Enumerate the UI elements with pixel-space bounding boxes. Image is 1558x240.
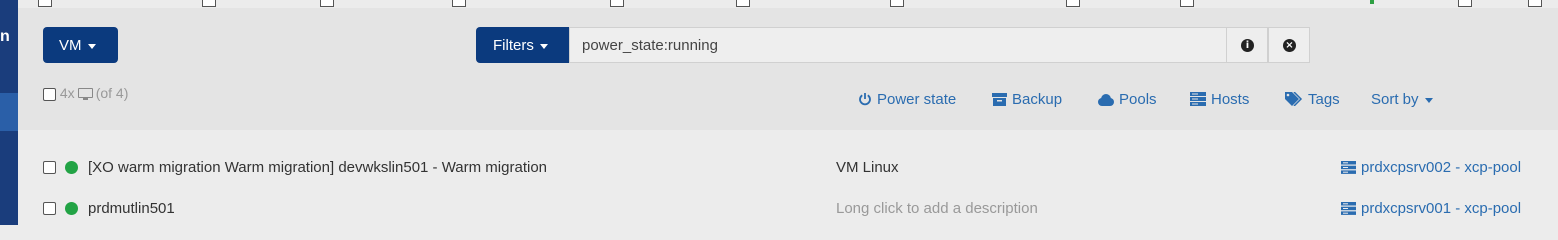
bookmark-icon[interactable] bbox=[38, 0, 52, 7]
hosts-label: Hosts bbox=[1211, 91, 1250, 108]
pools-label: Pools bbox=[1119, 91, 1157, 108]
vm-row-checkbox[interactable] bbox=[43, 161, 56, 174]
info-circle-icon: i bbox=[1241, 39, 1254, 52]
power-state-label: Power state bbox=[877, 91, 957, 108]
caret-down-icon bbox=[1424, 97, 1433, 103]
power-state-filter[interactable]: Power state bbox=[858, 91, 956, 108]
filters-dropdown-button[interactable]: Filters bbox=[476, 27, 569, 63]
vm-type-dropdown[interactable]: VM bbox=[43, 27, 118, 63]
bookmark-icon[interactable] bbox=[452, 0, 466, 7]
browser-bookmarks-strip bbox=[0, 0, 1558, 8]
vm-name[interactable]: [XO warm migration Warm migration] devwk… bbox=[88, 159, 547, 176]
archive-icon bbox=[992, 93, 1007, 106]
backup-label: Backup bbox=[1012, 91, 1063, 108]
pools-filter[interactable]: Pools bbox=[1097, 91, 1157, 108]
filters-label: Filters bbox=[493, 37, 534, 54]
vm-host-link[interactable]: prdxcpsrv002 - xcp-pool bbox=[1341, 159, 1521, 176]
selection-count: 4x bbox=[59, 85, 75, 101]
backup-filter[interactable]: Backup bbox=[992, 91, 1062, 108]
bookmark-icon[interactable] bbox=[890, 0, 904, 7]
vm-description-placeholder[interactable]: Long click to add a description bbox=[836, 200, 1038, 217]
sidebar-active-item[interactable] bbox=[0, 93, 18, 131]
filter-search-input[interactable] bbox=[569, 27, 1227, 63]
clear-filter-button[interactable]: × bbox=[1268, 27, 1310, 63]
bookmark-icon[interactable] bbox=[320, 0, 334, 7]
vm-host-link[interactable]: prdxcpsrv001 - xcp-pool bbox=[1341, 200, 1521, 217]
vm-description[interactable]: VM Linux bbox=[836, 159, 899, 176]
sidebar-partial-label: n bbox=[0, 28, 10, 45]
times-circle-icon: × bbox=[1283, 39, 1296, 52]
vm-row-checkbox[interactable] bbox=[43, 202, 56, 215]
bookmark-icon[interactable] bbox=[736, 0, 750, 7]
bookmark-icon[interactable] bbox=[610, 0, 624, 7]
filter-info-button[interactable]: i bbox=[1226, 27, 1268, 63]
hosts-filter[interactable]: Hosts bbox=[1190, 91, 1249, 108]
server-icon bbox=[1190, 92, 1206, 106]
bookmark-green-icon[interactable] bbox=[1370, 0, 1374, 4]
main-sidebar: n bbox=[0, 0, 18, 225]
tags-filter[interactable]: Tags bbox=[1285, 91, 1340, 108]
bookmark-icon[interactable] bbox=[1180, 0, 1194, 7]
power-icon bbox=[859, 93, 871, 106]
server-icon bbox=[1341, 202, 1356, 215]
vm-host-label: prdxcpsrv001 - xcp-pool bbox=[1361, 200, 1522, 217]
cloud-icon bbox=[1098, 94, 1114, 106]
caret-down-icon bbox=[539, 43, 548, 49]
sort-by-dropdown[interactable]: Sort by bbox=[1371, 91, 1433, 108]
monitor-icon bbox=[77, 88, 93, 101]
tags-icon bbox=[1285, 91, 1303, 107]
caret-down-icon bbox=[87, 43, 96, 49]
tags-label: Tags bbox=[1308, 91, 1340, 108]
select-all-checkbox[interactable] bbox=[43, 87, 56, 101]
bookmark-icon[interactable] bbox=[1528, 0, 1542, 7]
vm-host-label: prdxcpsrv002 - xcp-pool bbox=[1361, 159, 1522, 176]
bookmark-icon[interactable] bbox=[1066, 0, 1080, 7]
vm-name[interactable]: prdmutlin501 bbox=[88, 200, 175, 217]
bookmark-icon[interactable] bbox=[202, 0, 216, 7]
server-icon bbox=[1341, 161, 1356, 174]
running-status-icon bbox=[65, 202, 78, 215]
vm-type-label: VM bbox=[59, 37, 82, 54]
sort-by-label: Sort by bbox=[1371, 91, 1419, 108]
running-status-icon bbox=[65, 161, 78, 174]
selection-total: (of 4) bbox=[95, 85, 129, 101]
selection-summary: 4x (of 4) bbox=[43, 85, 128, 101]
bookmark-icon[interactable] bbox=[1458, 0, 1472, 7]
vm-row[interactable]: prdmutlin501 Long click to add a descrip… bbox=[18, 189, 1558, 227]
vm-row[interactable]: [XO warm migration Warm migration] devwk… bbox=[18, 148, 1558, 186]
